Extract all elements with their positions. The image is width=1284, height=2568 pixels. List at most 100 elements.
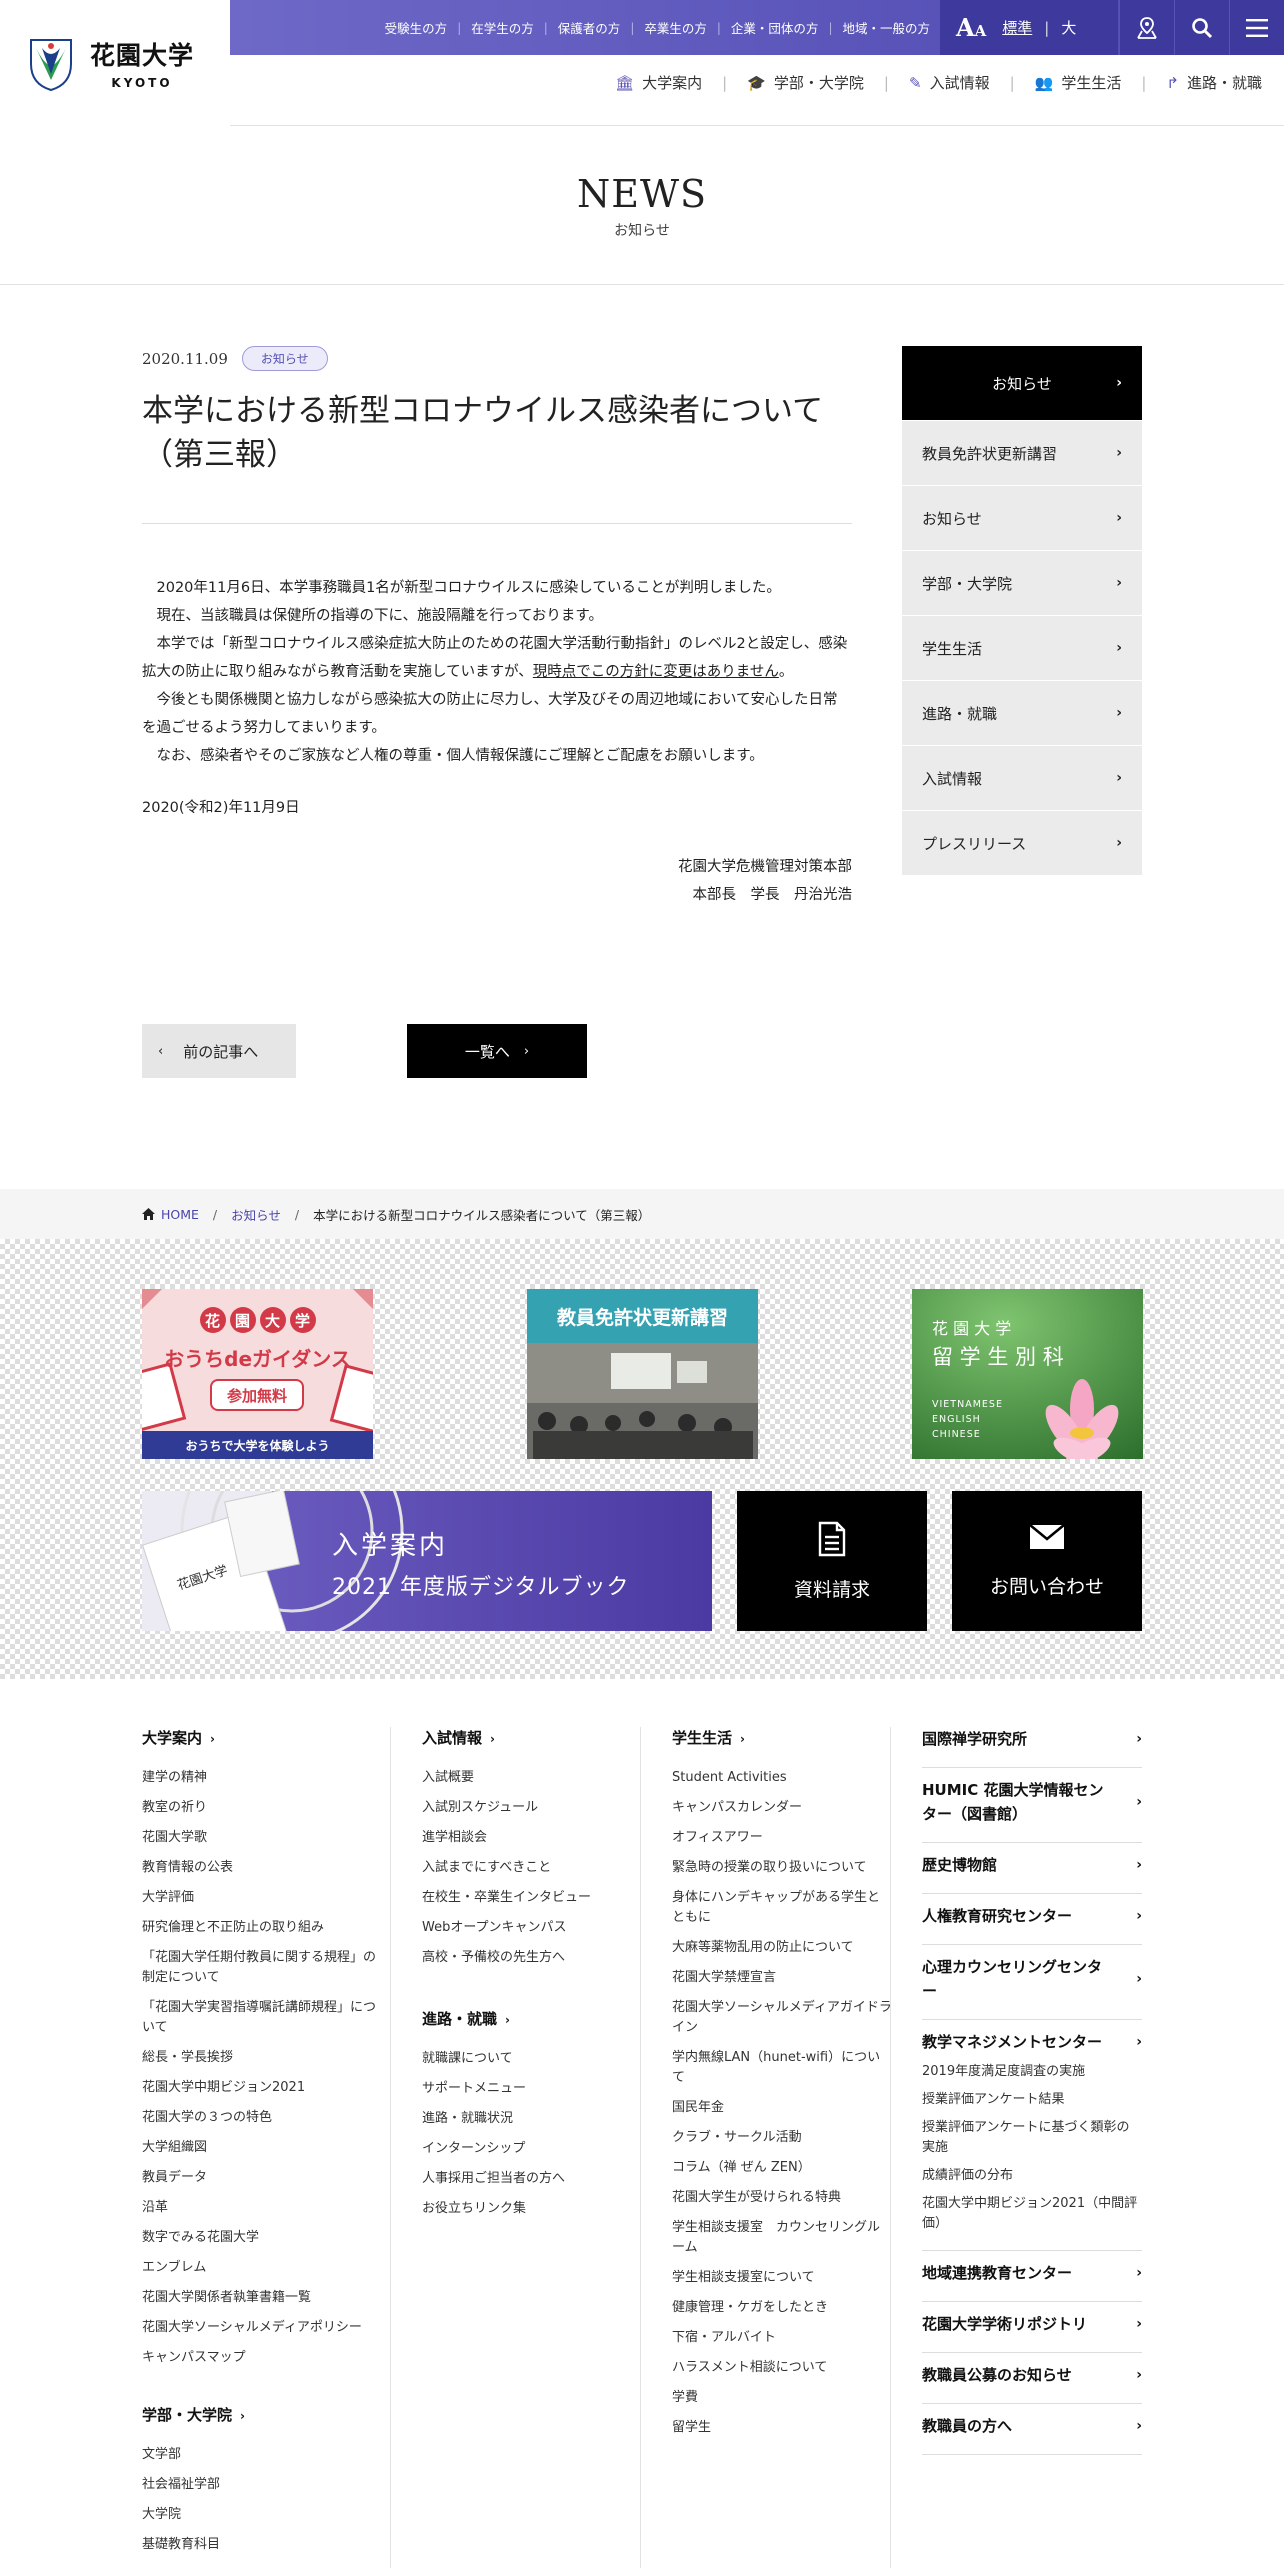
side-nav-item[interactable]: お知らせ ›	[902, 486, 1142, 551]
footer-link[interactable]: 社会福祉学部	[142, 2475, 382, 2495]
footer-link[interactable]: 花園大学中期ビジョン2021	[142, 2078, 382, 2098]
footer-link[interactable]: 花園大学の３つの特色	[142, 2108, 382, 2128]
request-materials-button[interactable]: 資料請求	[737, 1491, 927, 1631]
audience-link[interactable]: 地域・一般の方	[832, 18, 940, 37]
footer-institute-link[interactable]: 人権教育研究センター ›	[922, 1904, 1142, 1928]
footer-link[interactable]: お役立ちリンク集	[422, 2199, 642, 2219]
nav-item-career[interactable]: ↱ 進路・就職	[1166, 72, 1262, 93]
nav-item-admission[interactable]: ✎ 入試情報	[909, 72, 990, 93]
footer-link[interactable]: 学内無線LAN（hunet-wifi）について	[672, 2048, 892, 2088]
footer-link[interactable]: 花園大学ソーシャルメディアガイドライン	[672, 1998, 892, 2038]
footer-heading-admission[interactable]: 入試情報 ›	[422, 1727, 642, 1748]
footer-institute-link[interactable]: 地域連携教育センター ›	[922, 2261, 1142, 2285]
digital-book-banner[interactable]: 花園大学 入学案内 2021 年度版デジタルブック	[142, 1491, 712, 1631]
footer-link[interactable]: オフィスアワー	[672, 1828, 892, 1848]
footer-link[interactable]: 留学生	[672, 2418, 892, 2438]
audience-link[interactable]: 企業・団体の方	[721, 18, 829, 37]
footer-link[interactable]: 花園大学禁煙宣言	[672, 1968, 892, 1988]
footer-institute-link[interactable]: 国際禅学研究所 ›	[922, 1727, 1142, 1751]
footer-sub-link[interactable]: 授業評価アンケート結果	[922, 2090, 1142, 2110]
breadcrumb-home[interactable]: HOME	[161, 1207, 199, 1222]
list-button[interactable]: 一覧へ ›	[407, 1024, 587, 1078]
font-standard-button[interactable]: 標準	[1002, 17, 1032, 38]
ouchi-guidance-banner[interactable]: 花 園 大 学 おうちdeガイダンス 参加無料 おうちで大学を体験しよう	[142, 1289, 373, 1459]
footer-link[interactable]: 国民年金	[672, 2098, 892, 2118]
footer-link[interactable]: キャンパスカレンダー	[672, 1798, 892, 1818]
contact-button[interactable]: お問い合わせ	[952, 1491, 1142, 1631]
footer-link[interactable]: 在校生・卒業生インタビュー	[422, 1888, 642, 1908]
footer-institute-link[interactable]: 心理カウンセリングセンター ›	[922, 1955, 1142, 2003]
side-nav-item[interactable]: 学部・大学院 ›	[902, 551, 1142, 616]
footer-link[interactable]: コラム（禅 ぜん ZEN）	[672, 2158, 892, 2178]
footer-link[interactable]: 緊急時の授業の取り扱いについて	[672, 1858, 892, 1878]
nav-item-about[interactable]: 🏛 大学案内	[615, 72, 702, 93]
footer-link[interactable]: 就職課について	[422, 2049, 642, 2069]
footer-sub-link[interactable]: 花園大学中期ビジョン2021（中間評価）	[922, 2194, 1142, 2234]
footer-link[interactable]: 大麻等薬物乱用の防止について	[672, 1938, 892, 1958]
footer-link[interactable]: Webオープンキャンパス	[422, 1918, 642, 1938]
footer-link[interactable]: Student Activities	[672, 1768, 892, 1788]
footer-link[interactable]: 下宿・アルバイト	[672, 2328, 892, 2348]
menu-button[interactable]	[1229, 0, 1284, 55]
side-nav-item[interactable]: 進路・就職 ›	[902, 681, 1142, 746]
footer-link[interactable]: 「花園大学任期付教員に関する規程」の制定について	[142, 1948, 382, 1988]
prev-article-button[interactable]: ‹ 前の記事へ	[142, 1024, 296, 1078]
footer-link[interactable]: ハラスメント相談について	[672, 2358, 892, 2378]
site-logo[interactable]: 花園大学 KYOTO	[0, 0, 230, 126]
footer-heading-about[interactable]: 大学案内 ›	[142, 1727, 382, 1748]
footer-link[interactable]: 花園大学歌	[142, 1828, 382, 1848]
footer-institute-link[interactable]: 教学マネジメントセンター ›	[922, 2030, 1142, 2054]
footer-sub-link[interactable]: 2019年度満足度調査の実施	[922, 2062, 1142, 2082]
footer-link[interactable]: 入試までにすべきこと	[422, 1858, 642, 1878]
footer-heading-student-life[interactable]: 学生生活 ›	[672, 1727, 892, 1748]
footer-link[interactable]: 花園大学関係者執筆書籍一覧	[142, 2288, 382, 2308]
footer-link[interactable]: 高校・予備校の先生方へ	[422, 1948, 642, 1968]
footer-link[interactable]: 「花園大学実習指導嘱託講師規程」について	[142, 1998, 382, 2038]
footer-link[interactable]: キャンパスマップ	[142, 2348, 382, 2368]
side-nav-item-news-active[interactable]: お知らせ ›	[902, 346, 1142, 421]
footer-institute-link[interactable]: 教職員の方へ ›	[922, 2414, 1142, 2438]
footer-link[interactable]: 学生相談支援室 カウンセリングルーム	[672, 2218, 892, 2258]
audience-link[interactable]: 在学生の方	[461, 18, 544, 37]
footer-link[interactable]: 進学相談会	[422, 1828, 642, 1848]
font-large-button[interactable]: 大	[1061, 17, 1076, 38]
footer-link[interactable]: 人事採用ご担当者の方へ	[422, 2169, 642, 2189]
footer-heading-faculty[interactable]: 学部・大学院 ›	[142, 2404, 382, 2425]
footer-institute-link[interactable]: 教職員公募のお知らせ ›	[922, 2363, 1142, 2387]
footer-institute-link[interactable]: 歴史博物館 ›	[922, 1853, 1142, 1877]
footer-link[interactable]: 進路・就職状況	[422, 2109, 642, 2129]
footer-link[interactable]: インターンシップ	[422, 2139, 642, 2159]
footer-link[interactable]: 健康管理・ケガをしたとき	[672, 2298, 892, 2318]
footer-link[interactable]: 学生相談支援室について	[672, 2268, 892, 2288]
footer-link[interactable]: 教室の祈り	[142, 1798, 382, 1818]
footer-heading-career[interactable]: 進路・就職 ›	[422, 2008, 642, 2029]
footer-link[interactable]: 花園大学ソーシャルメディアポリシー	[142, 2318, 382, 2338]
map-button[interactable]	[1119, 0, 1174, 55]
teacher-license-banner[interactable]: 教員免許状更新講習	[527, 1289, 758, 1459]
footer-institute-link[interactable]: 花園大学学術リポジトリ ›	[922, 2312, 1142, 2336]
footer-sub-link[interactable]: 授業評価アンケートに基づく類彰の実施	[922, 2118, 1142, 2158]
international-student-banner[interactable]: 花 園 大 学 留 学 生 別 科 VIETNAMESE ENGLISH CHI…	[912, 1289, 1143, 1459]
footer-link[interactable]: 大学組織図	[142, 2138, 382, 2158]
footer-link[interactable]: 文学部	[142, 2445, 382, 2465]
side-nav-item[interactable]: 教員免許状更新講習 ›	[902, 421, 1142, 486]
category-badge[interactable]: お知らせ	[241, 346, 328, 371]
nav-item-faculty[interactable]: 🎓 学部・大学院	[747, 72, 864, 93]
audience-link[interactable]: 受験生の方	[375, 18, 458, 37]
footer-link[interactable]: サポートメニュー	[422, 2079, 642, 2099]
footer-link[interactable]: 数字でみる花園大学	[142, 2228, 382, 2248]
footer-link[interactable]: 研究倫理と不正防止の取り組み	[142, 1918, 382, 1938]
footer-link[interactable]: 花園大学生が受けられる特典	[672, 2188, 892, 2208]
footer-link[interactable]: 沿革	[142, 2198, 382, 2218]
footer-link[interactable]: エンブレム	[142, 2258, 382, 2278]
footer-institute-link[interactable]: HUMIC 花園大学情報センター（図書館） ›	[922, 1778, 1142, 1826]
side-nav-item[interactable]: 入試情報 ›	[902, 746, 1142, 811]
footer-link[interactable]: 教育情報の公表	[142, 1858, 382, 1878]
audience-link[interactable]: 卒業生の方	[634, 18, 717, 37]
footer-link[interactable]: 教員データ	[142, 2168, 382, 2188]
footer-link[interactable]: 大学院	[142, 2505, 382, 2525]
footer-link[interactable]: 大学評価	[142, 1888, 382, 1908]
footer-link[interactable]: 身体にハンデキャップがある学生とともに	[672, 1888, 892, 1928]
footer-link[interactable]: クラブ・サークル活動	[672, 2128, 892, 2148]
side-nav-item[interactable]: 学生生活 ›	[902, 616, 1142, 681]
